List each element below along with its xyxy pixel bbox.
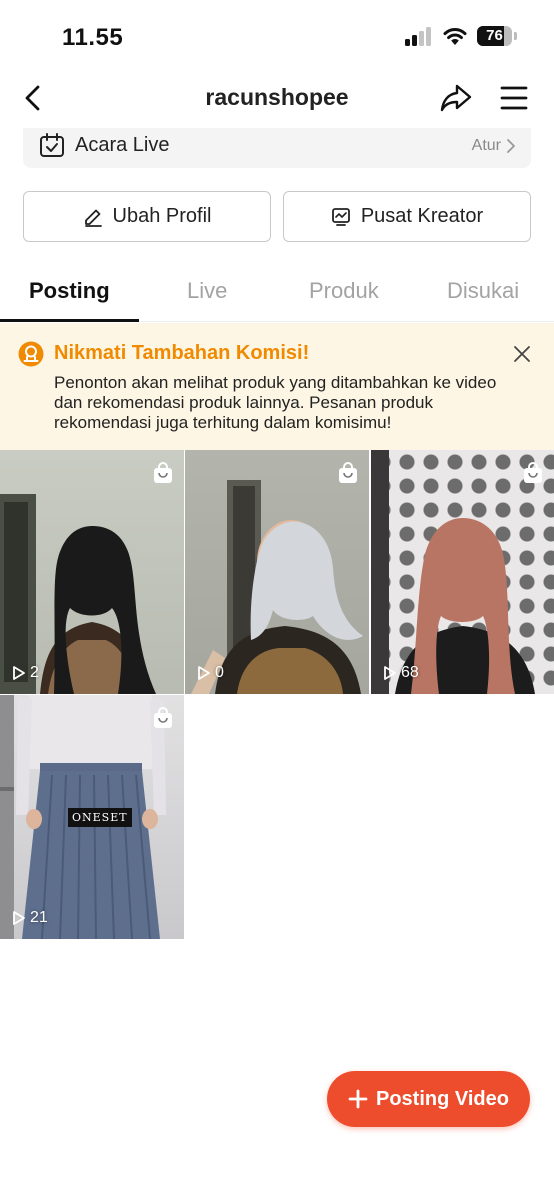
promo-badge-icon <box>18 341 44 367</box>
close-icon[interactable] <box>511 343 533 365</box>
tab-disukai[interactable]: Disukai <box>447 278 519 304</box>
calendar-check-icon <box>40 133 64 157</box>
video-thumbnail[interactable]: ONESET 21 <box>0 695 184 939</box>
view-count-value: 0 <box>215 664 224 681</box>
acara-live-action[interactable]: Atur <box>472 137 501 155</box>
post-video-button[interactable]: Posting Video <box>327 1071 530 1127</box>
hamburger-menu-icon[interactable] <box>498 82 530 114</box>
share-icon[interactable] <box>438 80 474 116</box>
post-video-label: Posting Video <box>376 1087 509 1110</box>
play-icon <box>13 666 25 680</box>
chevron-right-icon <box>507 139 515 153</box>
video-thumbnail[interactable]: 68 <box>371 450 554 694</box>
wifi-icon <box>443 27 467 45</box>
cellular-signal-icon <box>405 27 433 46</box>
video-frame-image <box>0 494 156 694</box>
play-icon <box>13 911 25 925</box>
view-count: 0 <box>197 664 224 682</box>
content-tabs: Posting Live Produk Disukai <box>0 262 554 322</box>
view-count-value: 68 <box>401 664 419 681</box>
play-icon <box>384 666 396 680</box>
creator-center-label: Pusat Kreator <box>360 205 484 227</box>
plus-icon <box>348 1089 368 1109</box>
chart-monitor-icon <box>331 207 350 226</box>
video-overlay-text: ONESET <box>68 808 132 827</box>
view-count-value: 2 <box>30 664 39 681</box>
tab-live[interactable]: Live <box>187 278 227 304</box>
tab-posting[interactable]: Posting <box>29 278 110 304</box>
tab-produk[interactable]: Produk <box>309 278 379 304</box>
shopping-bag-icon <box>339 462 357 483</box>
video-thumbnail[interactable]: 2 <box>0 450 184 694</box>
video-frame-image <box>371 450 535 694</box>
nav-bar: racunshopee <box>0 72 554 126</box>
acara-live-label: Acara Live <box>75 134 170 156</box>
shopping-bag-icon <box>154 462 172 483</box>
video-frame-image <box>191 480 363 694</box>
promo-description: Penonton akan melihat produk yang ditamb… <box>54 373 497 432</box>
commission-promo-banner: Nikmati Tambahan Komisi! Penonton akan m… <box>0 323 554 450</box>
edit-profile-label: Ubah Profil <box>112 205 212 227</box>
view-count: 2 <box>12 664 39 682</box>
edit-profile-button[interactable]: Ubah Profil <box>23 191 271 242</box>
view-count: 21 <box>12 909 48 927</box>
battery-percentage: 76 <box>486 27 503 44</box>
creator-center-button[interactable]: Pusat Kreator <box>283 191 531 242</box>
active-tab-indicator <box>0 319 139 322</box>
view-count: 68 <box>383 664 419 682</box>
battery-icon: 76 <box>477 26 517 46</box>
promo-title: Nikmati Tambahan Komisi! <box>54 342 310 364</box>
play-icon <box>198 666 210 680</box>
shopping-bag-icon <box>524 462 542 483</box>
status-bar: 11.55 76 <box>0 0 554 72</box>
status-time: 11.55 <box>62 24 124 51</box>
view-count-value: 21 <box>30 909 48 926</box>
acara-live-row[interactable]: Acara Live Atur <box>23 128 531 168</box>
shopping-bag-icon <box>154 707 172 728</box>
video-thumbnail[interactable]: 0 <box>185 450 369 694</box>
pencil-icon <box>84 209 102 227</box>
